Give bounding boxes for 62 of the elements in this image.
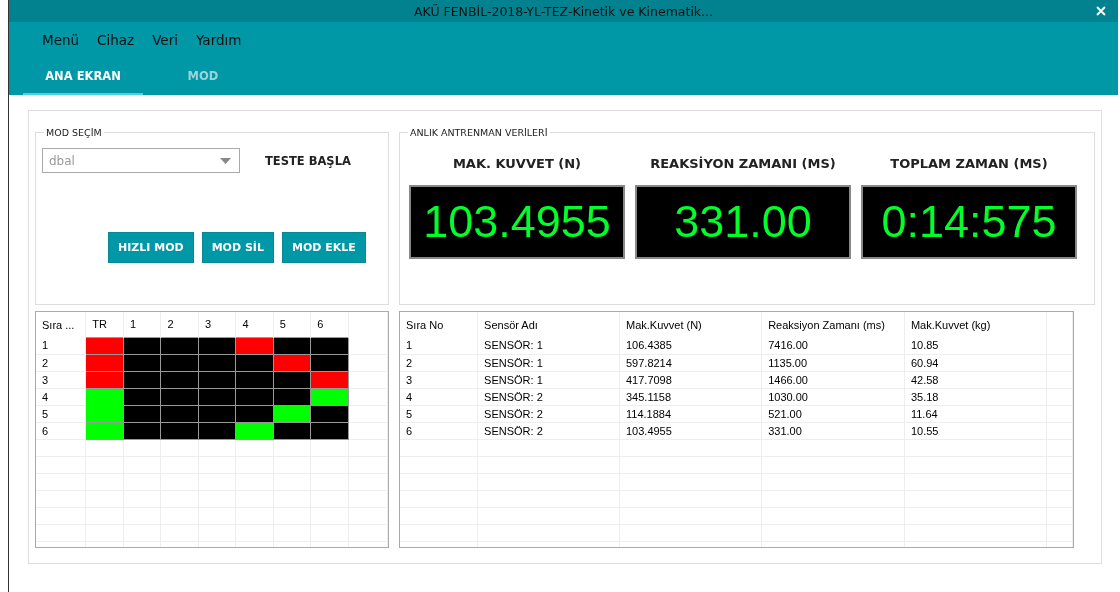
table-cell: 11.64: [904, 405, 1047, 422]
table-cell: 1: [36, 337, 86, 354]
table-cell: 35.18: [904, 388, 1047, 405]
table-cell: SENSÖR: 1: [477, 371, 620, 388]
mode-button[interactable]: MOD SİL: [201, 232, 274, 263]
table-cell: 345.1158: [619, 388, 762, 405]
group-title: ANLIK ANTRENMAN VERİLERİ: [409, 127, 549, 138]
table-cell: SENSÖR: 2: [477, 405, 620, 422]
mode-button[interactable]: MOD EKLE: [281, 232, 366, 263]
table-cell: 331.00: [761, 422, 905, 439]
table-cell: 114.1884: [619, 405, 762, 422]
table-cell: 4: [36, 388, 86, 405]
tab[interactable]: ANA EKRAN: [23, 58, 143, 95]
menu-item[interactable]: Veri: [143, 32, 187, 48]
table-cell: 1466.00: [761, 371, 905, 388]
display-label: MAK. KUVVET (N): [452, 156, 582, 171]
table-cell: SENSÖR: 1: [477, 354, 620, 371]
caret-icon: [220, 157, 231, 164]
digital-display: 0:14:575: [861, 185, 1077, 259]
table-cell: 10.55: [904, 422, 1047, 439]
column-header[interactable]: Sensör Adı: [477, 312, 620, 337]
start-test-label[interactable]: TESTE BAŞLA: [265, 153, 351, 168]
mode-button[interactable]: HIZLI MOD: [108, 232, 194, 263]
group-title: MOD SEÇİM: [45, 127, 103, 138]
table-cell: 10.85: [904, 337, 1047, 354]
menu-item[interactable]: Yardım: [186, 32, 251, 48]
display-label: REAKSİYON ZAMANI (MS): [650, 156, 836, 171]
table-cell: 1: [400, 337, 478, 354]
table-cell: 3: [36, 371, 86, 388]
table-cell: 1135.00: [761, 354, 905, 371]
digital-display: 331.00: [635, 185, 851, 259]
column-header[interactable]: Sıra No: [400, 312, 478, 337]
table-cell: 6: [400, 422, 478, 439]
table-cell: 103.4955: [619, 422, 762, 439]
table-cell: 597.8214: [619, 354, 762, 371]
table-cell: SENSÖR: 1: [477, 337, 620, 354]
table-cell: 106.4385: [619, 337, 762, 354]
table-cell: 2: [400, 354, 478, 371]
column-header[interactable]: Mak.Kuvvet (N): [619, 312, 762, 337]
digital-display: 103.4955: [409, 185, 625, 259]
table-cell: 7416.00: [761, 337, 905, 354]
display-label: TOPLAM ZAMAN (MS): [890, 156, 1048, 171]
table-cell: 6: [36, 422, 86, 439]
column-header[interactable]: Mak.Kuvvet (kg): [904, 312, 1047, 337]
table-cell: 417.7098: [619, 371, 762, 388]
close-icon: [1096, 6, 1106, 16]
table-cell: 3: [400, 371, 478, 388]
table-cell: 1030.00: [761, 388, 905, 405]
table-cell: 521.00: [761, 405, 905, 422]
column-header[interactable]: Sıra ...: [36, 312, 86, 337]
menu-item[interactable]: Cihaz: [88, 32, 144, 48]
table-cell: 5: [400, 405, 478, 422]
table-cell: 5: [36, 405, 86, 422]
table-cell: SENSÖR: 2: [477, 422, 620, 439]
table-cell: 2: [36, 354, 86, 371]
window-title: AKÜ FENBİL-2018-YL-TEZ-Kinetik ve Kinematik...: [413, 3, 713, 19]
table-cell: 42.58: [904, 371, 1047, 388]
table-cell: 60.94: [904, 354, 1047, 371]
column-header[interactable]: Reaksiyon Zamanı (ms): [761, 312, 905, 337]
menu-item[interactable]: Menü: [33, 32, 89, 48]
table-cell: SENSÖR: 2: [477, 388, 620, 405]
table-cell: 4: [400, 388, 478, 405]
